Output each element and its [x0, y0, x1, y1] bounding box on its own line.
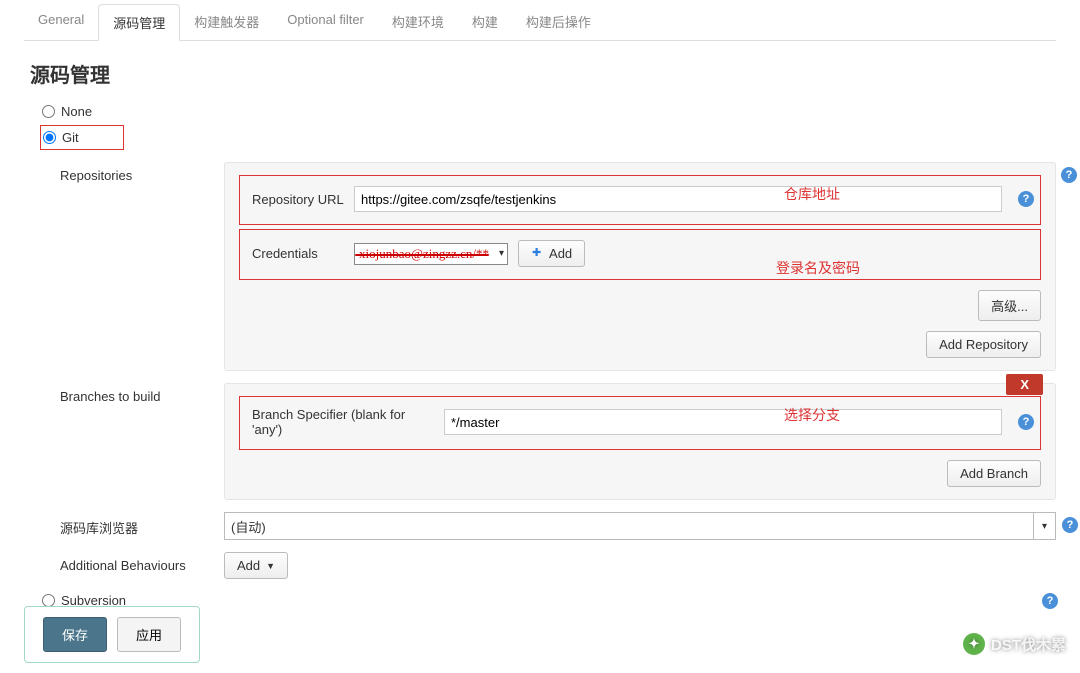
scm-radio-none[interactable]: None [42, 104, 1056, 119]
credentials-select[interactable]: xiojunbao@zingzz.cn/** ▾ [354, 243, 508, 265]
branches-panel: X Branch Specifier (blank for 'any') ? 选… [224, 383, 1056, 500]
repositories-label: Repositories [60, 162, 210, 371]
tab-general[interactable]: General [24, 4, 98, 40]
help-icon[interactable]: ? [1018, 414, 1034, 430]
section-title: 源码管理 [30, 59, 1056, 88]
tab-build[interactable]: 构建 [458, 4, 512, 40]
wechat-icon: ✦ [963, 633, 985, 655]
repositories-panel: ? Repository URL ? 仓库地址 Credentials xioj… [224, 162, 1056, 371]
repo-url-label: Repository URL [244, 192, 344, 207]
watermark: ✦ DST伐木累 [963, 633, 1066, 655]
help-icon[interactable]: ? [1061, 167, 1077, 183]
chevron-down-icon: ▾ [1033, 513, 1055, 539]
add-credentials-label: Add [549, 246, 572, 261]
annotation-branch: 选择分支 [784, 405, 840, 425]
repo-browser-value: (自动) [231, 517, 266, 536]
save-bar: 保存 应用 [24, 606, 200, 663]
credentials-label: Credentials [244, 246, 344, 261]
radio-none-label: None [61, 104, 92, 119]
repo-browser-select[interactable]: (自动) ▾ [224, 512, 1056, 540]
additional-behaviours-label: Additional Behaviours [60, 552, 210, 579]
tab-post-build[interactable]: 构建后操作 [512, 4, 605, 40]
help-icon[interactable]: ? [1018, 191, 1034, 207]
add-repository-button[interactable]: Add Repository [926, 331, 1041, 358]
scm-radio-git[interactable]: Git [43, 130, 79, 145]
repo-url-input[interactable] [354, 186, 1002, 212]
add-icon [531, 247, 545, 261]
help-icon[interactable]: ? [1062, 517, 1078, 533]
add-behaviour-button[interactable]: Add ▼ [224, 552, 288, 579]
add-branch-button[interactable]: Add Branch [947, 460, 1041, 487]
branches-label: Branches to build [60, 383, 210, 500]
credentials-value: xiojunbao@zingzz.cn/** [359, 246, 489, 262]
tab-scm[interactable]: 源码管理 [98, 4, 180, 41]
radio-git[interactable] [43, 131, 56, 144]
watermark-text: DST伐木累 [991, 634, 1066, 655]
delete-branch-button[interactable]: X [1006, 374, 1043, 395]
config-tabs: General 源码管理 构建触发器 Optional filter 构建环境 … [24, 4, 1056, 41]
add-credentials-button[interactable]: Add [518, 240, 585, 267]
save-button[interactable]: 保存 [43, 617, 107, 652]
repo-browser-label: 源码库浏览器 [60, 512, 210, 540]
chevron-down-icon: ▼ [266, 561, 275, 571]
branch-specifier-label: Branch Specifier (blank for 'any') [244, 407, 434, 437]
advanced-button[interactable]: 高级... [978, 290, 1041, 321]
annotation-credentials: 登录名及密码 [776, 258, 860, 278]
chevron-down-icon: ▾ [499, 248, 504, 259]
apply-button[interactable]: 应用 [117, 617, 181, 652]
tab-triggers[interactable]: 构建触发器 [180, 4, 273, 40]
branch-specifier-input[interactable] [444, 409, 1002, 435]
radio-none[interactable] [42, 105, 55, 118]
radio-git-label: Git [62, 130, 79, 145]
annotation-repo-url: 仓库地址 [784, 184, 840, 204]
tab-optional-filter[interactable]: Optional filter [273, 4, 378, 40]
tab-build-env[interactable]: 构建环境 [378, 4, 458, 40]
add-behaviour-label: Add [237, 558, 260, 573]
help-icon[interactable]: ? [1042, 593, 1058, 609]
